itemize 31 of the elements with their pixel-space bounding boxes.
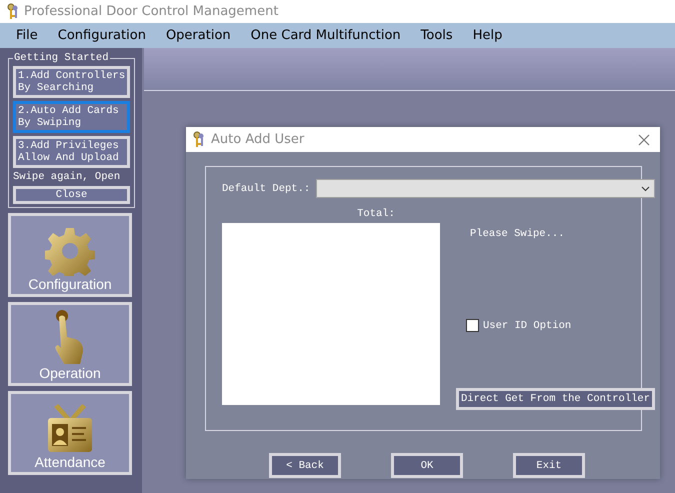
dialog-button[interactable]: < Back bbox=[269, 453, 341, 478]
checkbox[interactable] bbox=[466, 319, 479, 332]
step-button[interactable]: 1.Add Controllers By Searching bbox=[13, 66, 130, 98]
keys-icon bbox=[192, 131, 206, 148]
module-button[interactable]: Attendance bbox=[8, 391, 132, 475]
menu-item[interactable]: Help bbox=[462, 28, 512, 43]
window-title: Professional Door Control Management bbox=[24, 4, 278, 19]
dept-label: Default Dept.: bbox=[222, 182, 310, 194]
gear-icon bbox=[45, 226, 95, 276]
menu-item[interactable]: Tools bbox=[410, 28, 463, 43]
note-text: Swipe again, Open bbox=[13, 171, 122, 183]
close-icon[interactable] bbox=[638, 134, 650, 146]
keys-icon bbox=[6, 3, 20, 20]
menu-item[interactable]: Configuration bbox=[48, 28, 156, 43]
step-button[interactable]: 2.Auto Add Cards By Swiping bbox=[13, 101, 130, 133]
close-button[interactable]: Close bbox=[13, 186, 130, 204]
dialog-title: Auto Add User bbox=[211, 132, 306, 147]
module-button[interactable]: Operation bbox=[8, 302, 132, 386]
checkbox-label: User ID Option bbox=[483, 320, 572, 332]
module-button[interactable]: Configuration bbox=[8, 213, 132, 297]
panel-title: Getting Started bbox=[13, 52, 110, 64]
chevron-down-icon bbox=[641, 186, 650, 192]
dialog-button[interactable]: Exit bbox=[513, 453, 585, 478]
menu-item[interactable]: Operation bbox=[156, 28, 241, 43]
direct-get-button[interactable]: Direct Get From the Controller bbox=[456, 388, 656, 410]
menu-item[interactable]: File bbox=[6, 28, 48, 43]
dialog-button[interactable]: OK bbox=[391, 453, 463, 478]
total-label: Total: bbox=[357, 208, 395, 220]
status-text: Please Swipe... bbox=[470, 228, 566, 240]
step-button[interactable]: 3.Add Privileges Allow And Upload bbox=[13, 136, 130, 168]
menu-item[interactable]: One Card Multifunction bbox=[240, 28, 411, 43]
